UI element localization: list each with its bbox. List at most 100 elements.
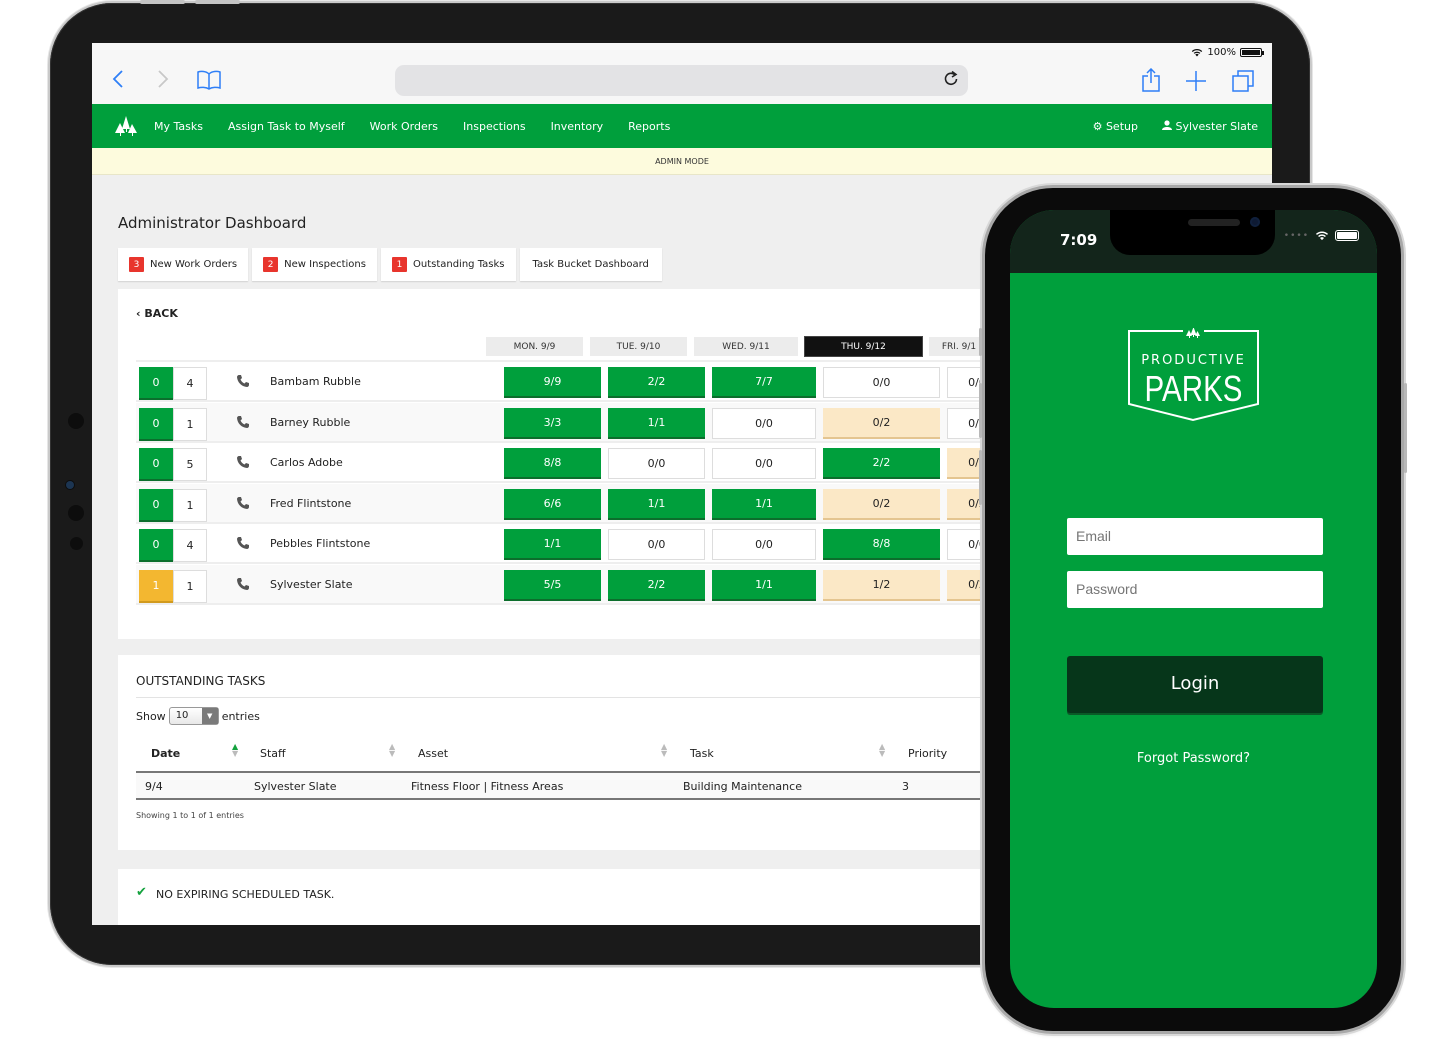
- task-count-cell[interactable]: 0/2: [823, 488, 940, 520]
- tablet-volume-button: [195, 0, 240, 4]
- staff-name[interactable]: Sylvester Slate: [270, 578, 353, 591]
- entries-select[interactable]: 10 ▼: [168, 707, 219, 725]
- signal-dots-icon: ••••: [1283, 230, 1309, 241]
- brand-top-text: PRODUCTIVE: [1141, 353, 1246, 368]
- tab-label: New Work Orders: [150, 259, 238, 270]
- staff-name[interactable]: Carlos Adobe: [270, 456, 343, 469]
- task-count-cell[interactable]: 0/0: [608, 448, 705, 479]
- phone-icon[interactable]: [236, 415, 250, 429]
- nav-assign-task[interactable]: Assign Task to Myself: [228, 120, 345, 133]
- day-header[interactable]: THU. 9/12: [805, 337, 922, 356]
- task-count-cell[interactable]: 8/8: [504, 448, 601, 479]
- staff-name[interactable]: Barney Rubble: [270, 416, 350, 429]
- reload-icon[interactable]: [944, 70, 958, 91]
- tab-label: Task Bucket Dashboard: [532, 259, 649, 270]
- nav-reports[interactable]: Reports: [628, 120, 670, 133]
- nav-inspections[interactable]: Inspections: [463, 120, 526, 133]
- day-header[interactable]: MON. 9/9: [486, 337, 583, 356]
- nav-my-tasks[interactable]: My Tasks: [154, 120, 203, 133]
- forgot-password-link[interactable]: Forgot Password?: [1010, 751, 1377, 766]
- task-count-cell[interactable]: 0/0: [712, 529, 816, 560]
- tab-outstanding-tasks[interactable]: 1 Outstanding Tasks: [380, 248, 516, 281]
- total-count[interactable]: 1: [173, 407, 207, 441]
- book-icon[interactable]: [197, 70, 221, 95]
- email-field[interactable]: [1067, 518, 1323, 555]
- tab-new-work-orders[interactable]: 3 New Work Orders: [118, 248, 249, 281]
- overdue-count[interactable]: 0: [139, 448, 173, 481]
- overdue-count[interactable]: 0: [139, 488, 173, 522]
- column-header-task[interactable]: Task: [690, 747, 714, 760]
- count-badge: 3: [129, 257, 144, 272]
- phone-icon[interactable]: [236, 374, 250, 388]
- chevron-right-icon[interactable]: [157, 69, 169, 94]
- task-count-cell[interactable]: 2/2: [608, 569, 705, 601]
- task-count-cell[interactable]: 0/0: [608, 529, 705, 560]
- task-count-cell[interactable]: 3/3: [504, 407, 601, 439]
- task-count-cell[interactable]: 1/2: [823, 569, 940, 601]
- staff-name[interactable]: Pebbles Flintstone: [270, 537, 370, 550]
- task-count-cell[interactable]: 1/1: [608, 407, 705, 439]
- tab-task-bucket-dashboard[interactable]: Task Bucket Dashboard: [519, 248, 662, 281]
- cell-date: 9/4: [145, 780, 163, 793]
- phone-icon[interactable]: [236, 455, 250, 469]
- task-count-cell[interactable]: 1/1: [712, 569, 816, 601]
- share-icon[interactable]: [1142, 67, 1160, 97]
- phone-icon[interactable]: [236, 577, 250, 591]
- task-count-cell[interactable]: 2/2: [823, 448, 940, 479]
- chevron-left-icon[interactable]: [112, 69, 124, 94]
- column-header-asset[interactable]: Asset: [418, 747, 448, 760]
- count-badge: 2: [263, 257, 279, 272]
- staff-name[interactable]: Bambam Rubble: [270, 375, 361, 388]
- day-header[interactable]: TUE. 9/10: [590, 337, 687, 356]
- task-count-cell[interactable]: 2/2: [608, 367, 705, 398]
- total-count[interactable]: 4: [173, 529, 207, 562]
- back-button[interactable]: ‹ BACK: [136, 307, 178, 320]
- task-count-cell[interactable]: 0/2: [823, 407, 940, 439]
- tabs-icon[interactable]: [1232, 70, 1254, 97]
- task-count-cell[interactable]: 1/1: [504, 529, 601, 560]
- staff-name[interactable]: Fred Flintstone: [270, 497, 351, 510]
- chevron-left-icon: ‹: [136, 307, 141, 320]
- url-bar[interactable]: [395, 65, 968, 96]
- overdue-count[interactable]: 0: [139, 367, 173, 400]
- total-count[interactable]: 1: [173, 488, 207, 522]
- sort-icon[interactable]: ▲ ▼: [232, 743, 238, 758]
- task-count-cell[interactable]: 9/9: [504, 367, 601, 398]
- sort-icon[interactable]: ▲ ▼: [879, 743, 885, 758]
- plus-icon[interactable]: [1186, 71, 1206, 96]
- nav-work-orders[interactable]: Work Orders: [370, 120, 438, 133]
- task-count-cell[interactable]: 1/1: [608, 488, 705, 520]
- login-button[interactable]: Login: [1067, 656, 1323, 713]
- column-header-staff[interactable]: Staff: [260, 747, 286, 760]
- task-count-cell[interactable]: 6/6: [504, 488, 601, 520]
- sort-icon[interactable]: ▲ ▼: [389, 743, 395, 758]
- column-header-date[interactable]: Date: [151, 747, 180, 760]
- overdue-count[interactable]: 1: [139, 569, 173, 603]
- tablet-sensor: [70, 537, 83, 550]
- total-count[interactable]: 1: [173, 569, 207, 603]
- overdue-count[interactable]: 0: [139, 529, 173, 562]
- trees-logo-icon[interactable]: [114, 114, 138, 138]
- task-count-cell[interactable]: 5/5: [504, 569, 601, 601]
- task-count-cell[interactable]: 0/0: [712, 407, 816, 439]
- task-count-cell[interactable]: 0/0: [823, 367, 940, 398]
- total-count[interactable]: 4: [173, 367, 207, 400]
- phone-icon[interactable]: [236, 496, 250, 510]
- overdue-count[interactable]: 0: [139, 407, 173, 441]
- column-header-priority[interactable]: Priority: [908, 747, 947, 760]
- wifi-icon: [1192, 49, 1203, 57]
- task-count-cell[interactable]: 0/0: [712, 448, 816, 479]
- password-field[interactable]: [1067, 571, 1323, 608]
- user-icon: [1161, 119, 1172, 130]
- tab-new-inspections[interactable]: 2 New Inspections: [252, 248, 377, 281]
- total-count[interactable]: 5: [173, 448, 207, 481]
- phone-icon[interactable]: [236, 536, 250, 550]
- sort-icon[interactable]: ▲ ▼: [661, 743, 667, 758]
- setup-link[interactable]: ⚙ Setup: [1093, 120, 1138, 133]
- day-header[interactable]: WED. 9/11: [694, 337, 798, 356]
- task-count-cell[interactable]: 8/8: [823, 529, 940, 560]
- task-count-cell[interactable]: 7/7: [712, 367, 816, 398]
- user-menu[interactable]: Sylvester Slate: [1161, 119, 1258, 133]
- nav-inventory[interactable]: Inventory: [551, 120, 604, 133]
- task-count-cell[interactable]: 1/1: [712, 488, 816, 520]
